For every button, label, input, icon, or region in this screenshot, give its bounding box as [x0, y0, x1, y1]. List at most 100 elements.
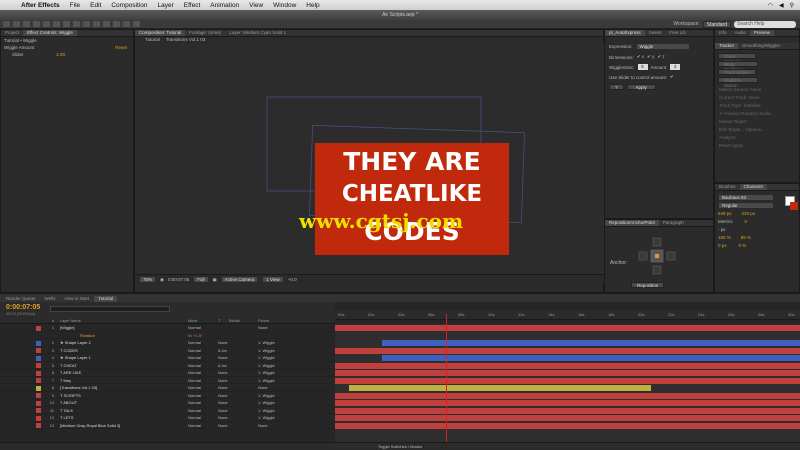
vertical-scale[interactable]: 100 % — [718, 234, 731, 242]
tab-composition[interactable]: Composition: Tutorial — [135, 30, 186, 36]
reposition-button[interactable]: Reposition — [631, 282, 665, 288]
puppet-tool-icon[interactable] — [133, 21, 140, 27]
menu-app[interactable]: After Effects — [16, 2, 65, 9]
layer-duration-bar[interactable] — [335, 400, 800, 406]
layer-duration-bar[interactable] — [382, 340, 800, 346]
hand-tool-icon[interactable] — [13, 21, 20, 27]
effect-wiggle-amount[interactable]: Wiggle Amount Reset — [1, 44, 133, 51]
layer-label-color[interactable] — [36, 393, 41, 398]
zoom-tool-icon[interactable] — [23, 21, 30, 27]
current-time[interactable]: 0:00:07:05 — [168, 277, 189, 282]
font-family-dropdown[interactable]: Bauhaus 93 — [718, 194, 774, 201]
layer-name[interactable]: T LETS — [56, 414, 188, 421]
layer-duration-bar[interactable] — [382, 355, 800, 361]
rotation-value[interactable]: 0x +1.6° — [188, 332, 203, 339]
camera-tool-icon[interactable] — [43, 21, 50, 27]
layer-name[interactable]: [Transitions Vol.1 03] — [56, 384, 188, 391]
track-motion-button[interactable]: Track Motion — [718, 69, 756, 75]
layer-parent[interactable]: 1. Wiggle — [258, 414, 308, 421]
effect-slider-row[interactable]: Slider 2.00 — [1, 51, 133, 58]
comp-viewer[interactable]: THEY ARE CHEATLIKE CODES www.cgtsj.com 7… — [135, 43, 605, 284]
layer-mode[interactable]: Normal — [188, 369, 218, 376]
track-camera-button[interactable]: Track Camera — [718, 53, 756, 64]
layer-mode[interactable]: Normal — [188, 324, 218, 331]
layer-mode[interactable]: Normal — [188, 362, 218, 369]
stabilize-motion-button[interactable]: Stabilize Motion — [718, 77, 758, 88]
menu-window[interactable]: Window — [268, 2, 301, 9]
layer-name[interactable]: T ARE LIKE — [56, 369, 188, 376]
clone-tool-icon[interactable] — [103, 21, 110, 27]
view-layout-dropdown[interactable]: 1 View — [262, 276, 284, 283]
track-type[interactable]: Track Type: Stabilize — [715, 102, 799, 110]
playhead[interactable] — [446, 314, 447, 442]
eraser-tool-icon[interactable] — [113, 21, 120, 27]
tab-reposition-anchor[interactable]: RepositionAnchorPoint — [605, 220, 659, 226]
layer-label-color[interactable] — [36, 370, 41, 376]
warp-stabilizer-button[interactable]: Warp Stabilizer — [718, 61, 758, 72]
layer-duration-bar[interactable] — [335, 362, 800, 369]
layer-row[interactable]: 3T CODES Normal A.Inv 1. Wiggle — [0, 347, 335, 354]
layer-trkmat[interactable]: None — [218, 354, 258, 361]
layer-duration-bar[interactable] — [335, 377, 800, 384]
tab-preview[interactable]: Preview — [750, 30, 775, 36]
layer-trkmat[interactable]: None — [218, 369, 258, 376]
layer-parent[interactable]: 1. Wiggle — [258, 377, 308, 384]
dim-x-checkbox[interactable]: ✔ x — [637, 54, 644, 60]
tab-autoexpress[interactable]: pt_AutoExpress — [605, 30, 645, 36]
layer-trkmat[interactable]: None — [218, 339, 258, 346]
horizontal-scale[interactable]: 89 % — [741, 234, 751, 242]
layer-name[interactable]: T CHEAT — [56, 362, 188, 369]
layer-mode[interactable]: Normal — [188, 422, 218, 429]
tsume[interactable]: 0 % — [739, 242, 747, 250]
layer-label-color[interactable] — [36, 415, 41, 421]
tab-layer[interactable]: Layer: Medium Cyan Solid 1 — [225, 30, 290, 36]
tab-audio[interactable]: Audio — [731, 30, 751, 36]
layer-parent[interactable]: 1. Wiggle — [258, 369, 308, 376]
selection-tool-icon[interactable] — [3, 21, 10, 27]
anchor-grid[interactable] — [637, 236, 677, 276]
layer-trkmat[interactable]: A.Inv — [218, 347, 258, 354]
slider-value[interactable]: 2.00 — [56, 51, 133, 58]
tab-character[interactable]: Character — [739, 184, 768, 190]
spotlight-icon[interactable]: ⚲ — [790, 2, 794, 9]
menu-view[interactable]: View — [244, 2, 268, 9]
tab-tracker[interactable]: Tracker — [715, 43, 739, 49]
layer-label-color[interactable] — [36, 348, 41, 353]
analyze-row[interactable]: Analyze: — [715, 134, 799, 142]
layer-label-color[interactable] — [36, 408, 41, 413]
layer-mode[interactable]: Normal — [188, 347, 218, 354]
leading[interactable]: 233 px — [742, 210, 756, 218]
stroke-color-swatch[interactable] — [790, 202, 798, 210]
menu-help[interactable]: Help — [301, 2, 324, 9]
tab-paragraph[interactable]: Paragraph — [659, 220, 688, 226]
amount-input[interactable]: 2 — [670, 64, 681, 70]
layer-trkmat[interactable]: None — [218, 392, 258, 399]
layer-mode[interactable]: Normal — [188, 392, 218, 399]
tab-footage[interactable]: Footage: (none) — [185, 30, 225, 36]
tab-brushes[interactable]: Brushes — [715, 184, 740, 190]
layer-mode[interactable]: Normal — [188, 354, 218, 361]
layer-row[interactable]: 9T SCRIPTS Normal None 1. Wiggle — [0, 392, 335, 399]
layer-name[interactable]: ★ Shape Layer 1 — [56, 354, 188, 361]
help-button[interactable]: ? — [609, 84, 624, 90]
expression-dropdown[interactable]: Wiggle — [635, 43, 690, 50]
layer-row[interactable]: 7T they Normal None 1. Wiggle — [0, 377, 335, 384]
tab-smoothing[interactable]: Smoothing/Wiggler — [738, 43, 784, 49]
layer-duration-bar[interactable] — [335, 347, 800, 354]
tab-free-lib[interactable]: Free Lib — [665, 30, 690, 36]
brush-tool-icon[interactable] — [93, 21, 100, 27]
layer-label-color[interactable] — [36, 378, 41, 383]
layer-trkmat[interactable]: None — [218, 377, 258, 384]
exposure-value[interactable]: +0.0 — [288, 277, 297, 282]
layer-parent[interactable]: 1. Wiggle — [258, 347, 308, 354]
resolution-dropdown[interactable]: Full — [193, 276, 209, 283]
layer-name[interactable]: [Wiggle] — [56, 324, 188, 331]
layer-mode[interactable]: Normal — [188, 407, 218, 414]
layer-name[interactable]: T they — [56, 377, 188, 384]
layer-row[interactable]: 13 [Medium Gray-Royal Blue Solid 3] Normal… — [0, 422, 335, 429]
volume-icon[interactable]: ◀ — [779, 2, 784, 9]
layer-label-color[interactable] — [36, 340, 41, 346]
wiggles-input[interactable]: 5 — [637, 64, 648, 70]
toggle-switches-modes[interactable]: Toggle Switches / Modes — [0, 442, 800, 450]
apply-button[interactable]: Apply — [626, 84, 656, 90]
